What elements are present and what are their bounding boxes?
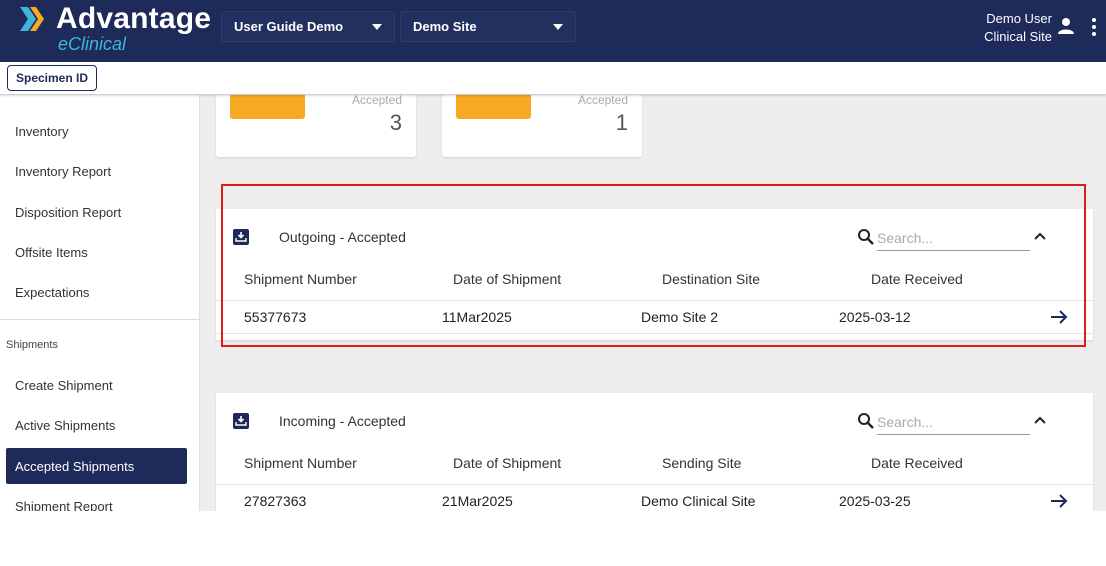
- site-select-value: Demo Site: [413, 19, 477, 34]
- sidebar-item-inventory[interactable]: Inventory: [15, 124, 68, 139]
- stat-value: 1: [615, 110, 628, 135]
- logo-chevron-icon: [20, 7, 44, 31]
- chevron-down-icon: [372, 24, 382, 30]
- sidebar-item-offsite-items[interactable]: Offsite Items: [15, 245, 88, 260]
- study-select[interactable]: User Guide Demo: [221, 11, 395, 42]
- sidebar-item-disposition-report[interactable]: Disposition Report: [15, 205, 121, 220]
- cell-sending-site: Demo Clinical Site: [641, 493, 756, 509]
- logo: Advantage eClinical: [14, 2, 214, 58]
- divider: [216, 300, 1093, 301]
- column-header-date-received[interactable]: Date Received: [871, 455, 963, 471]
- chevron-down-icon: [553, 24, 563, 30]
- cell-date-received: 2025-03-12: [839, 309, 911, 325]
- sidebar-item-inventory-report[interactable]: Inventory Report: [15, 164, 111, 179]
- sidebar-item-active-shipments[interactable]: Active Shipments: [15, 418, 115, 433]
- chevron-up-icon[interactable]: [1034, 416, 1046, 424]
- arrow-right-icon[interactable]: [1050, 309, 1068, 325]
- sidebar-item-shipment-report[interactable]: Shipment Report: [15, 499, 113, 511]
- user-name: Demo User: [986, 11, 1052, 26]
- divider: [216, 333, 1093, 334]
- cell-destination-site: Demo Site 2: [641, 309, 719, 325]
- person-icon[interactable]: [1057, 17, 1075, 35]
- chevron-up-icon[interactable]: [1034, 232, 1046, 240]
- stat-value: 3: [389, 110, 402, 135]
- sidebar-item-accepted-shipments[interactable]: Accepted Shipments: [6, 448, 187, 484]
- sidebar: Inventory Inventory Report Disposition R…: [0, 95, 200, 511]
- column-header-date-of-shipment[interactable]: Date of Shipment: [453, 455, 561, 471]
- incoming-accepted-panel: Incoming - Accepted Shipment Number Date…: [216, 393, 1093, 511]
- logo-title: Advantage: [56, 2, 212, 35]
- specimen-id-button[interactable]: Specimen ID: [7, 65, 98, 91]
- study-select-value: User Guide Demo: [234, 19, 344, 34]
- cell-shipment-number: 27827363: [244, 493, 307, 509]
- stat-swatch: [230, 95, 305, 119]
- site-select[interactable]: Demo Site: [400, 11, 576, 42]
- search-icon: [858, 229, 874, 245]
- stat-swatch: [456, 95, 531, 119]
- column-header-date-of-shipment[interactable]: Date of Shipment: [453, 271, 561, 287]
- sub-bar: Specimen ID: [0, 62, 1106, 95]
- divider: [216, 484, 1093, 485]
- sidebar-divider: [0, 319, 199, 320]
- panel-title: Incoming - Accepted: [279, 413, 406, 429]
- more-vert-icon[interactable]: [1087, 17, 1101, 37]
- search-input[interactable]: [877, 225, 1030, 251]
- logo-subtitle: eClinical: [58, 34, 127, 54]
- user-info: Demo User Clinical Site: [984, 10, 1052, 46]
- cell-date-received: 2025-03-25: [839, 493, 911, 509]
- column-header-shipment-number[interactable]: Shipment Number: [244, 271, 357, 287]
- app: Advantage eClinical User Guide Demo Demo…: [0, 0, 1106, 511]
- stat-card[interactable]: Accepted 3: [216, 93, 416, 157]
- column-header-shipment-number[interactable]: Shipment Number: [244, 455, 357, 471]
- top-bar: Advantage eClinical User Guide Demo Demo…: [0, 0, 1106, 62]
- cell-shipment-number: 55377673: [244, 309, 307, 325]
- panel-title: Outgoing - Accepted: [279, 229, 406, 245]
- inbox-icon: [233, 229, 249, 245]
- column-header-destination-site[interactable]: Destination Site: [662, 271, 760, 287]
- search-icon: [858, 413, 874, 429]
- cell-date-of-shipment: 11Mar2025: [442, 309, 512, 325]
- outgoing-accepted-panel: Outgoing - Accepted Shipment Number Date…: [216, 209, 1093, 340]
- column-header-date-received[interactable]: Date Received: [871, 271, 963, 287]
- stat-card[interactable]: Accepted 1: [442, 93, 642, 157]
- sidebar-item-create-shipment[interactable]: Create Shipment: [15, 378, 113, 393]
- cell-date-of-shipment: 21Mar2025: [442, 493, 513, 509]
- stat-label: Accepted: [577, 93, 628, 107]
- column-header-sending-site[interactable]: Sending Site: [662, 455, 741, 471]
- search-input[interactable]: [877, 409, 1030, 435]
- stat-label: Accepted: [351, 93, 402, 107]
- user-role: Clinical Site: [984, 29, 1052, 44]
- sidebar-item-expectations[interactable]: Expectations: [15, 285, 89, 300]
- sidebar-section-shipments: Shipments: [6, 339, 58, 351]
- inbox-icon: [233, 413, 249, 429]
- arrow-right-icon[interactable]: [1050, 493, 1068, 509]
